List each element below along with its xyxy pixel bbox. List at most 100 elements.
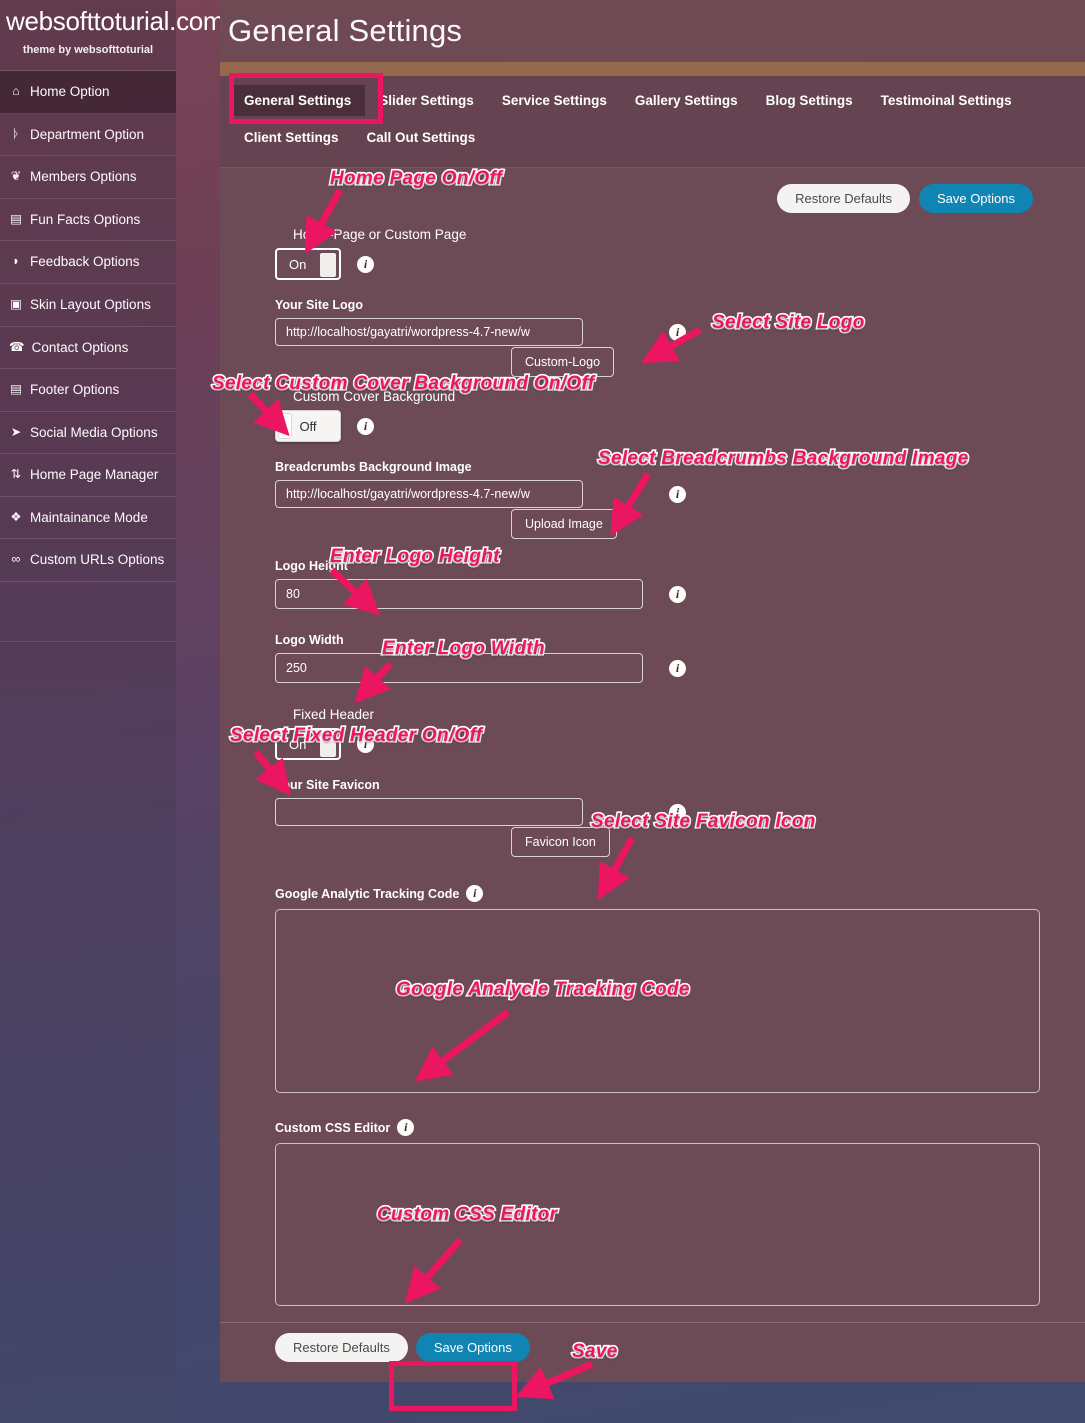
toggle-knob [320,733,336,757]
sort-icon: ⇅ [10,467,22,482]
favicon-input[interactable] [275,798,583,826]
custom-cover-toggle[interactable]: Off [275,410,341,442]
tab-row-secondary: Client Settings Call Out Settings [230,122,1085,153]
site-logo-label: Your Site Logo [275,298,363,312]
info-icon-home-page[interactable]: i [357,255,374,273]
custom-cover-toggle-value: Off [299,418,317,434]
fixed-header-label: Fixed Header [293,707,375,722]
logo-width-label: Logo Width [275,633,344,647]
fixed-header-toggle-value: On [289,736,307,752]
save-options-button-top[interactable]: Save Options [918,184,1033,213]
tab-general-settings[interactable]: General Settings [230,85,366,116]
sidebar-item-label: Contact Options [31,339,129,355]
logo-height-label: Logo Height [275,559,348,573]
brand-subtitle: theme by websofttoturial [22,44,154,57]
logo-height-input[interactable] [275,579,643,609]
restore-defaults-button-top[interactable]: Restore Defaults [777,184,910,213]
home-icon: ⌂ [12,84,20,99]
shield-icon: ❖ [10,509,22,524]
breadcrumbs-bg-label: Breadcrumbs Background Image [275,460,472,474]
info-icon-analytics[interactable]: i [466,885,484,902]
custom-logo-button[interactable]: Custom-Logo [511,347,615,377]
sidebar-item-label: Feedback Options [30,254,140,270]
brand-block: websofttoturial.com theme by websofttotu… [0,0,225,72]
main-panel: General Settings General Settings Slider … [220,0,1085,1423]
info-icon-custom-cover[interactable]: i [357,417,374,435]
comment-icon: ◗ [12,254,20,269]
sidebar-item-department-option[interactable]: ᚦ Department Option [0,114,176,157]
fixed-header-toggle[interactable]: On [275,728,341,760]
sidebar-item-home-page-manager[interactable]: ⇅ Home Page Manager [0,454,176,497]
info-icon-logo-height[interactable]: i [669,585,686,603]
field-logo-width: Logo Width i [220,633,1085,683]
field-home-page: Home-Page or Custom Page On i [220,227,1085,280]
window-icon: ▤ [10,382,22,397]
field-favicon: Your Site Favicon i Favicon Icon [220,778,1085,857]
toggle-knob [278,413,292,439]
field-custom-cover: Custom Cover Background Off i [220,389,1085,442]
home-page-toggle-value: On [289,256,307,272]
home-page-toggle[interactable]: On [275,248,341,280]
save-options-button-bottom[interactable]: Save Options [415,1333,530,1362]
news-icon: ▤ [10,211,22,226]
upload-image-button[interactable]: Upload Image [511,509,617,539]
tab-row-primary: General Settings Slider Settings Service S… [230,85,1085,116]
site-logo-input[interactable] [275,318,583,346]
tab-service-settings[interactable]: Service Settings [488,85,621,116]
sidebar-item-label: Members Options [30,169,137,185]
field-fixed-header: Fixed Header On i [220,707,1085,760]
page-header: General Settings [220,0,1085,62]
users-icon: ❦ [10,169,22,184]
top-action-bar: Restore Defaults Save Options [220,168,1085,213]
css-editor-textarea[interactable] [275,1143,1040,1306]
sidebar-item-label: Home Option [30,84,110,100]
twitter-icon: ➤ [10,424,22,439]
brand-title: websofttoturial.com [6,6,225,36]
logo-width-input[interactable] [275,653,643,683]
css-editor-label: Custom CSS Editor [275,1120,391,1135]
sidebar-item-feedback-options[interactable]: ◗ Feedback Options [0,241,176,285]
sidebar-item-label: Maintainance Mode [30,509,148,525]
sidebar-item-footer-options[interactable]: ▤ Footer Options [0,369,176,412]
info-icon-site-logo[interactable]: i [669,323,686,341]
sidebar-item-social-media-options[interactable]: ➤ Social Media Options [0,412,176,455]
sidebar: websofttoturial.com theme by websofttotu… [0,0,225,1423]
link-icon: ∞ [11,552,21,567]
field-breadcrumbs-bg: Breadcrumbs Background Image i Upload Im… [220,460,1085,539]
sidebar-item-home-option[interactable]: ⌂ Home Option [0,71,176,114]
custom-cover-label: Custom Cover Background [293,389,456,404]
toggle-knob [320,253,336,277]
sidebar-item-skin-layout-options[interactable]: ▣ Skin Layout Options [0,284,176,327]
analytics-textarea[interactable] [275,909,1040,1093]
favicon-label: Your Site Favicon [275,778,380,792]
tab-testimoinal-settings[interactable]: Testimoinal Settings [867,85,1026,116]
info-icon-logo-width[interactable]: i [669,659,686,677]
sidebar-item-maintainance-mode[interactable]: ❖ Maintainance Mode [0,497,176,540]
info-icon-fixed-header[interactable]: i [357,735,374,753]
field-logo-height: Logo Height i [220,559,1085,609]
bank-icon: ᚦ [12,126,20,141]
image-icon: ▣ [10,297,22,312]
sidebar-item-label: Skin Layout Options [30,297,151,313]
bottom-action-bar: Restore Defaults Save Options [220,1323,1085,1362]
sidebar-filler [0,582,176,642]
tab-slider-settings[interactable]: Slider Settings [365,85,488,116]
info-icon-favicon[interactable]: i [669,803,686,821]
breadcrumbs-bg-input[interactable] [275,480,583,508]
sidebar-item-members-options[interactable]: ❦ Members Options [0,156,176,199]
tab-call-out-settings[interactable]: Call Out Settings [353,122,490,153]
tab-blog-settings[interactable]: Blog Settings [752,85,867,116]
page-title: General Settings [228,13,463,48]
tab-gallery-settings[interactable]: Gallery Settings [621,85,752,116]
tab-client-settings[interactable]: Client Settings [230,122,353,153]
sidebar-item-custom-urls-options[interactable]: ∞ Custom URLs Options [0,539,176,582]
info-icon-breadcrumbs-bg[interactable]: i [669,485,686,503]
restore-defaults-button-bottom[interactable]: Restore Defaults [275,1333,408,1362]
sidebar-item-fun-facts-options[interactable]: ▤ Fun Facts Options [0,199,176,242]
field-site-logo: Your Site Logo i Custom-Logo [220,298,1085,377]
sidebar-item-label: Department Option [30,126,145,142]
favicon-icon-button[interactable]: Favicon Icon [511,827,610,857]
info-icon-css-editor[interactable]: i [397,1119,415,1136]
sidebar-item-contact-options[interactable]: ☎ Contact Options [0,327,176,370]
home-page-label: Home-Page or Custom Page [293,227,467,242]
